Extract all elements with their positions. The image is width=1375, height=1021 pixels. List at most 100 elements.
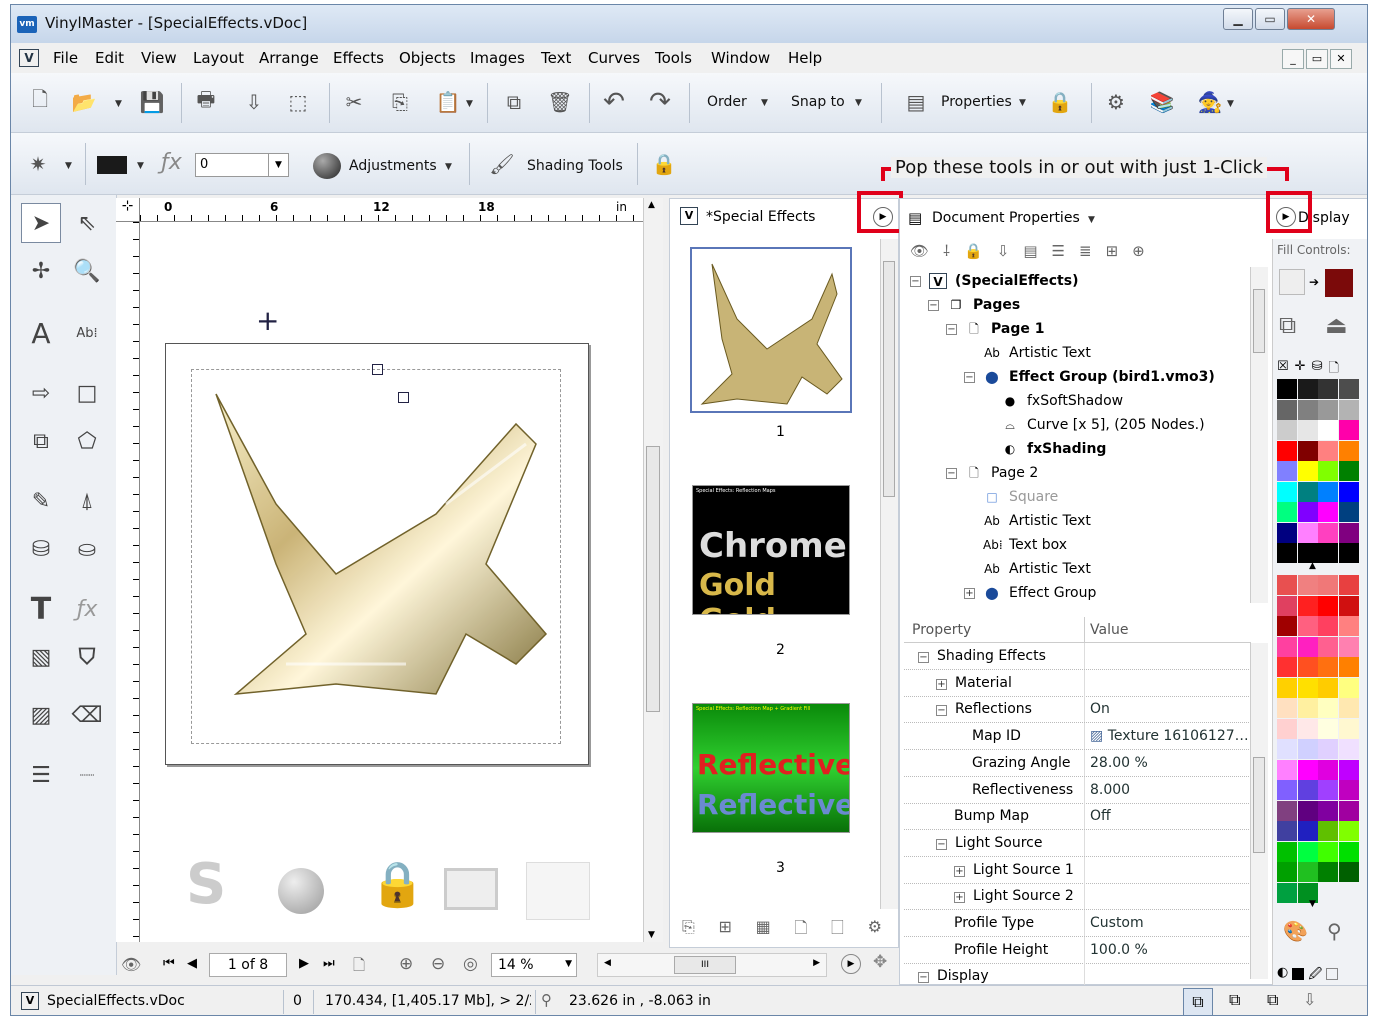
pages-scrollbar[interactable] [880, 239, 898, 909]
color-swatch[interactable] [1338, 821, 1359, 841]
color-swatch[interactable] [1318, 677, 1338, 698]
color-swatch[interactable] [1338, 440, 1359, 461]
property-expander-icon[interactable]: + [954, 865, 965, 877]
doc-props-dropdown-icon[interactable]: ▼ [1088, 215, 1095, 225]
property-row[interactable]: + Material [904, 669, 1251, 697]
property-expander-icon[interactable]: − [918, 652, 929, 663]
textbox-icon[interactable]: Ab⁞ [67, 313, 107, 353]
color-swatch[interactable] [1318, 440, 1338, 461]
scroll-thumb[interactable] [1253, 757, 1265, 853]
color-swatch[interactable] [1338, 379, 1359, 399]
mdi-minimize-button[interactable]: _ [1282, 49, 1304, 69]
cut-icon[interactable]: ✂ [339, 87, 369, 117]
color-swatch[interactable] [1338, 461, 1359, 481]
color-swatch[interactable] [1338, 399, 1359, 420]
color-swatch[interactable] [1318, 399, 1338, 420]
color-swatch[interactable] [1277, 502, 1297, 522]
tree-item[interactable]: ● fxSoftShadow [982, 389, 1123, 413]
scroll-thumb[interactable] [1253, 289, 1265, 353]
swap-arrow-icon[interactable]: ➔ [1309, 275, 1319, 289]
color-swatch[interactable] [1297, 841, 1318, 862]
list-icon[interactable]: ≣ [1079, 242, 1092, 260]
color-swatch[interactable] [1277, 780, 1297, 800]
color-swatch[interactable] [1318, 502, 1338, 522]
select-arrow-icon[interactable]: ➤ [21, 203, 61, 243]
properties-icon[interactable]: ▤ [901, 87, 931, 117]
snap-to-button[interactable]: Snap to [791, 94, 845, 110]
scroll-left-icon[interactable]: ◀ [604, 958, 611, 968]
eyedropper-icon[interactable]: ⚲ [1327, 919, 1342, 943]
zoom-combo[interactable]: 14 % ▼ [491, 953, 577, 977]
color-swatch[interactable] [1297, 543, 1318, 563]
zoom-fit-icon[interactable]: ◎ [463, 954, 478, 974]
eagle-graphic[interactable] [186, 364, 566, 754]
tree-item[interactable]: − 🗋 Page 1 [946, 317, 1044, 341]
property-row[interactable]: Reflectiveness 8.000 [904, 776, 1251, 804]
ruler-origin-icon[interactable]: ⊹ [116, 198, 140, 222]
node-select-icon[interactable]: ⇖ [67, 203, 107, 243]
color-swatch[interactable] [1297, 595, 1318, 616]
color-swatch[interactable] [1297, 657, 1318, 677]
properties-button[interactable]: Properties [941, 94, 1012, 110]
color-swatch[interactable] [1297, 399, 1318, 420]
property-expander-icon[interactable]: + [936, 678, 947, 690]
pencil-icon[interactable]: ✎ [21, 481, 61, 521]
color-swatch[interactable] [1297, 759, 1318, 780]
color-swatch[interactable] [1277, 718, 1297, 739]
thumbnail-page-3[interactable]: Special Effects: Reflection Map + Gradie… [692, 703, 850, 833]
align-icon[interactable]: ☰ [21, 755, 61, 795]
scroll-thumb[interactable]: III [674, 956, 736, 974]
vinyl-icon[interactable]: ⛉ [67, 637, 107, 677]
tree-expander-icon[interactable]: − [928, 299, 939, 311]
property-value[interactable]: 28.00 % [1090, 755, 1148, 771]
color-swatch[interactable] [1277, 821, 1297, 841]
color-swatch[interactable] [1318, 718, 1338, 739]
arrow-shape-icon[interactable]: ⇨ [21, 373, 61, 413]
canvas-vertical-scrollbar[interactable]: ▲ ▼ [643, 198, 663, 942]
scroll-right-icon[interactable]: ▶ [813, 958, 820, 968]
color-swatch[interactable] [1338, 595, 1359, 616]
property-expander-icon[interactable]: − [936, 838, 947, 850]
color-swatch[interactable] [1338, 575, 1359, 595]
cutter-icon[interactable]: ⇩ [997, 242, 1010, 260]
envelope-icon[interactable]: ▧ [21, 637, 61, 677]
fill-color-dropdown-icon[interactable]: ▼ [137, 161, 144, 171]
tree-item[interactable]: Ab Artistic Text [964, 557, 1091, 581]
transform-icon[interactable]: ✢ [21, 251, 61, 291]
color-swatch[interactable] [1277, 739, 1297, 759]
color-swatch[interactable] [1318, 481, 1338, 502]
wizard-dropdown-icon[interactable]: ▼ [1227, 99, 1234, 109]
color-wheel-icon[interactable]: 🎨 [1283, 919, 1308, 943]
redo-icon[interactable]: ↷ [645, 87, 675, 117]
property-expander-icon[interactable]: − [918, 972, 929, 984]
color-swatch[interactable] [1338, 800, 1359, 821]
property-value[interactable]: 100.0 % [1090, 942, 1148, 958]
zoom-out-icon[interactable]: ⊖ [431, 954, 445, 974]
menu-images[interactable]: Images [470, 49, 525, 67]
color-swatch[interactable] [1338, 420, 1359, 440]
undo-icon[interactable]: ↶ [599, 87, 629, 117]
order-dropdown-icon[interactable]: ▼ [761, 98, 768, 108]
color-swatch[interactable] [1297, 698, 1318, 718]
delete-icon[interactable]: 🗑 [545, 87, 575, 117]
page-copy-icon[interactable]: ⎘ [682, 917, 695, 943]
text-effects-icon[interactable]: T [21, 589, 61, 629]
color-swatch[interactable] [1277, 759, 1297, 780]
prev-page-icon[interactable]: ◀ [187, 956, 197, 971]
crosshair-icon[interactable]: ✛ [1295, 359, 1306, 377]
dropper-icon[interactable]: 🖉 [1308, 965, 1322, 983]
adjustments-button[interactable]: Adjustments [349, 158, 437, 174]
lock-icon[interactable]: 🔒 [1045, 87, 1075, 117]
menu-objects[interactable]: Objects [399, 49, 456, 67]
tree-item[interactable]: Ab⁞ Text box [964, 533, 1067, 557]
tree-item[interactable]: Ab Artistic Text [964, 509, 1091, 533]
color-swatch[interactable] [1338, 862, 1359, 882]
view-icon[interactable]: 👁 [121, 955, 141, 974]
lock-icon[interactable]: 🔒 [964, 242, 983, 260]
color-swatch[interactable] [1277, 595, 1297, 616]
color-swatch[interactable] [1338, 718, 1359, 739]
status-group-icon[interactable]: ⧉ [1183, 988, 1213, 1015]
gradient-icon[interactable]: ◐ [1277, 965, 1288, 983]
expand-icon[interactable]: ⊞ [1106, 242, 1119, 260]
color-swatch[interactable] [1338, 739, 1359, 759]
